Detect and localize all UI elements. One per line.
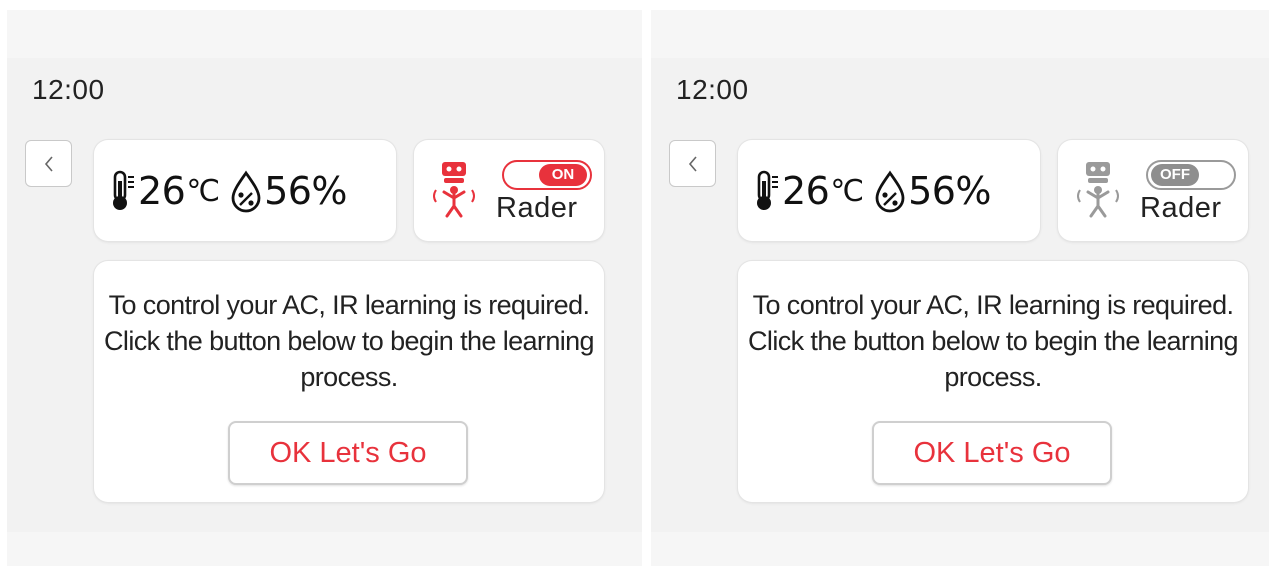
bottom-band xyxy=(7,532,642,566)
back-button[interactable] xyxy=(669,140,716,187)
radar-label: Rader xyxy=(496,192,578,224)
water-drop-percent-icon xyxy=(875,170,905,213)
clock-time: 12:00 xyxy=(32,74,105,105)
humidity-value: 56% xyxy=(264,169,348,213)
thermometer-icon xyxy=(113,170,134,210)
sensor-card: 26 ℃ 56% xyxy=(94,140,396,241)
sensor-card: 26 ℃ 56% xyxy=(738,140,1040,241)
ok-lets-go-button[interactable]: OK Let's Go xyxy=(228,421,468,485)
temperature-unit: ℃ xyxy=(830,173,865,209)
device-screen-radar-off: 12:00 26 ℃ 56% OFF Rader To control your… xyxy=(651,10,1269,566)
temperature-unit: ℃ xyxy=(186,173,221,209)
radar-label: Rader xyxy=(1140,192,1222,224)
ir-learning-card: To control your AC, IR learning is requi… xyxy=(94,261,604,502)
radar-person-icon xyxy=(433,162,475,218)
radar-toggle-state: OFF xyxy=(1151,164,1199,186)
radar-card: OFF Rader xyxy=(1058,140,1248,241)
chevron-left-icon xyxy=(44,155,53,172)
thermometer-icon xyxy=(757,170,778,210)
radar-toggle-state: ON xyxy=(539,164,587,186)
bottom-band xyxy=(651,532,1269,566)
ok-lets-go-button[interactable]: OK Let's Go xyxy=(872,421,1112,485)
chevron-left-icon xyxy=(688,155,697,172)
temperature-value: 26 xyxy=(782,169,830,213)
clock-time: 12:00 xyxy=(676,74,749,105)
humidity-value: 56% xyxy=(908,169,992,213)
device-screen-radar-on: 12:00 26 ℃ 56% ON Rader To control your … xyxy=(7,10,642,566)
top-band xyxy=(7,10,642,58)
ir-learning-card: To control your AC, IR learning is requi… xyxy=(738,261,1248,502)
radar-toggle[interactable]: OFF xyxy=(1146,160,1236,190)
radar-person-icon xyxy=(1077,162,1119,218)
ir-learning-message: To control your AC, IR learning is requi… xyxy=(104,290,595,392)
top-band xyxy=(651,10,1269,58)
temperature-value: 26 xyxy=(138,169,186,213)
ir-learning-message: To control your AC, IR learning is requi… xyxy=(748,290,1239,392)
back-button[interactable] xyxy=(25,140,72,187)
water-drop-percent-icon xyxy=(231,170,261,213)
radar-card: ON Rader xyxy=(414,140,604,241)
radar-toggle[interactable]: ON xyxy=(502,160,592,190)
